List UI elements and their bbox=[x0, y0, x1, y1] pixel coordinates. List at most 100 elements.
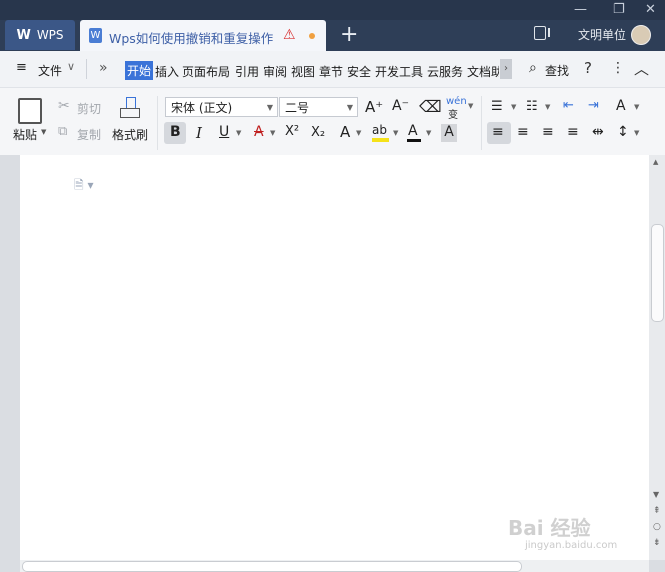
highlight-color-swatch bbox=[372, 138, 389, 142]
copy-button[interactable]: 复制 bbox=[77, 126, 101, 143]
menu-separator bbox=[86, 59, 87, 79]
italic-button[interactable]: I bbox=[196, 124, 202, 142]
superscript-button[interactable]: X² bbox=[285, 124, 299, 139]
chevron-down-icon[interactable]: ▼ bbox=[468, 102, 473, 110]
unsaved-dot-icon bbox=[309, 33, 315, 39]
align-center-icon[interactable]: ≡ bbox=[517, 124, 529, 140]
numbered-list-icon[interactable]: ☷ bbox=[526, 99, 538, 114]
collapse-ribbon-icon[interactable]: ︿ bbox=[634, 58, 649, 79]
phonetic-guide-icon: 变 bbox=[448, 110, 458, 121]
warning-icon[interactable]: ⚠ bbox=[283, 27, 296, 43]
line-spacing-icon[interactable]: ↕ bbox=[617, 124, 629, 140]
font-color-button[interactable]: A bbox=[408, 123, 418, 139]
text-direction-icon[interactable]: A bbox=[616, 98, 626, 114]
help-icon[interactable]: ? bbox=[584, 59, 592, 77]
tab-doc-assistant[interactable]: 文档助 bbox=[467, 63, 499, 80]
decrease-indent-icon[interactable]: ⇤ bbox=[563, 98, 574, 113]
horizontal-scroll-thumb[interactable] bbox=[22, 561, 522, 572]
format-painter-icon[interactable] bbox=[120, 97, 140, 119]
close-window-button[interactable]: ✕ bbox=[645, 2, 656, 17]
numbered-list-dropdown-icon[interactable]: ▼ bbox=[545, 103, 550, 111]
char-shading-button[interactable]: A bbox=[441, 124, 457, 142]
bullet-list-dropdown-icon[interactable]: ▼ bbox=[511, 103, 516, 111]
restore-button[interactable]: ❐ bbox=[613, 2, 625, 17]
shrink-font-button[interactable]: A⁻ bbox=[392, 98, 409, 114]
font-name-value: 宋体 (正文) bbox=[171, 101, 233, 115]
font-color-dropdown-icon[interactable]: ▼ bbox=[426, 129, 431, 137]
paste-dropdown-icon[interactable]: ▼ bbox=[41, 128, 46, 136]
previous-page-icon[interactable]: ⇞ bbox=[653, 506, 661, 516]
highlight-button[interactable]: ab bbox=[372, 123, 387, 137]
select-browse-object-icon[interactable]: ○ bbox=[653, 522, 661, 532]
user-name[interactable]: 文明单位 bbox=[578, 26, 626, 43]
tablet-mode-icon-bar bbox=[548, 28, 550, 37]
text-effect-button[interactable]: A bbox=[340, 123, 350, 141]
justify-icon[interactable]: ≡ bbox=[567, 124, 579, 140]
tab-review[interactable]: 审阅 bbox=[263, 63, 287, 80]
tab-references[interactable]: 引用 bbox=[235, 63, 259, 80]
underline-button[interactable]: U bbox=[219, 124, 229, 140]
format-painter-button[interactable]: 格式刷 bbox=[112, 126, 148, 143]
font-size-value: 二号 bbox=[285, 101, 310, 115]
paste-icon[interactable] bbox=[18, 98, 42, 124]
chevron-down-icon: ▼ bbox=[346, 103, 353, 112]
clear-format-eraser-icon[interactable]: ⌫ bbox=[419, 97, 442, 116]
ribbon-separator bbox=[157, 96, 158, 150]
chevron-down-icon: ▼ bbox=[266, 103, 273, 112]
tab-developer[interactable]: 开发工具 bbox=[375, 63, 423, 80]
line-spacing-dropdown-icon[interactable]: ▼ bbox=[634, 129, 639, 137]
bullet-list-icon[interactable]: ☰ bbox=[491, 99, 503, 114]
tab-insert[interactable]: 插入 bbox=[155, 63, 179, 80]
increase-indent-icon[interactable]: ⇥ bbox=[588, 98, 599, 113]
font-name-select[interactable]: 宋体 (正文) ▼ bbox=[165, 97, 278, 117]
cut-icon: ✂ bbox=[58, 98, 70, 114]
font-color-swatch bbox=[407, 139, 421, 142]
scroll-up-icon[interactable]: ▲ bbox=[653, 158, 658, 166]
highlight-dropdown-icon[interactable]: ▼ bbox=[393, 129, 398, 137]
text-direction-dropdown-icon[interactable]: ▼ bbox=[634, 103, 639, 111]
distributed-align-icon[interactable]: ⇹ bbox=[592, 124, 604, 140]
next-page-icon[interactable]: ⇟ bbox=[653, 538, 661, 548]
tab-cloud-services[interactable]: 云服务 bbox=[427, 63, 463, 80]
more-tabs-icon[interactable]: » bbox=[99, 60, 108, 76]
font-size-select[interactable]: 二号 ▼ bbox=[279, 97, 358, 117]
align-left-icon[interactable]: ≡ bbox=[492, 124, 504, 140]
document-tab[interactable]: W Wps如何使用撤销和重复操作 ⚠ bbox=[80, 20, 326, 51]
document-page[interactable] bbox=[20, 155, 649, 560]
file-menu[interactable]: 文件 bbox=[38, 62, 62, 79]
file-menu-chevron-icon[interactable]: ∨ bbox=[67, 60, 75, 73]
wps-logo-icon: W bbox=[16, 27, 31, 43]
subscript-button[interactable]: X₂ bbox=[311, 125, 325, 140]
minimize-button[interactable]: — bbox=[574, 2, 587, 17]
underline-dropdown-icon[interactable]: ▼ bbox=[236, 129, 241, 137]
bold-button[interactable]: B bbox=[170, 124, 181, 140]
tab-view[interactable]: 视图 bbox=[291, 63, 315, 80]
tab-page-layout[interactable]: 页面布局 bbox=[182, 63, 230, 80]
new-tab-button[interactable]: + bbox=[340, 22, 358, 47]
strikethrough-dropdown-icon[interactable]: ▼ bbox=[270, 129, 275, 137]
more-options-icon[interactable]: ⋮ bbox=[611, 60, 625, 76]
tab-chapter[interactable]: 章节 bbox=[319, 63, 343, 80]
tab-start[interactable]: 开始 bbox=[125, 61, 154, 80]
vertical-scrollbar[interactable] bbox=[649, 155, 665, 560]
wps-home-tab[interactable]: W WPS bbox=[5, 20, 75, 50]
align-right-icon[interactable]: ≡ bbox=[542, 124, 554, 140]
document-icon: W bbox=[89, 28, 102, 43]
vertical-scroll-thumb[interactable] bbox=[651, 224, 664, 322]
search-label[interactable]: 查找 bbox=[545, 62, 569, 79]
paragraph-options-icon[interactable]: 🗎 ▾ bbox=[74, 176, 94, 197]
hamburger-menu-icon[interactable]: ≡ bbox=[16, 61, 30, 74]
tablet-mode-icon[interactable] bbox=[534, 26, 546, 40]
strikethrough-button[interactable]: A bbox=[254, 124, 264, 140]
grow-font-button[interactable]: A⁺ bbox=[365, 98, 383, 116]
watermark-logo: Bai 经验 bbox=[508, 516, 591, 540]
user-avatar[interactable] bbox=[631, 25, 651, 45]
search-icon[interactable]: ⌕ bbox=[529, 60, 537, 76]
paste-button[interactable]: 粘贴 bbox=[13, 126, 37, 143]
copy-icon: ⧉ bbox=[58, 124, 68, 139]
cut-button[interactable]: 剪切 bbox=[77, 100, 101, 117]
text-effect-dropdown-icon[interactable]: ▼ bbox=[356, 129, 361, 137]
scroll-tabs-right-icon[interactable]: › bbox=[500, 59, 512, 79]
scroll-down-icon[interactable]: ▼ bbox=[653, 490, 659, 499]
tab-security[interactable]: 安全 bbox=[347, 63, 371, 80]
